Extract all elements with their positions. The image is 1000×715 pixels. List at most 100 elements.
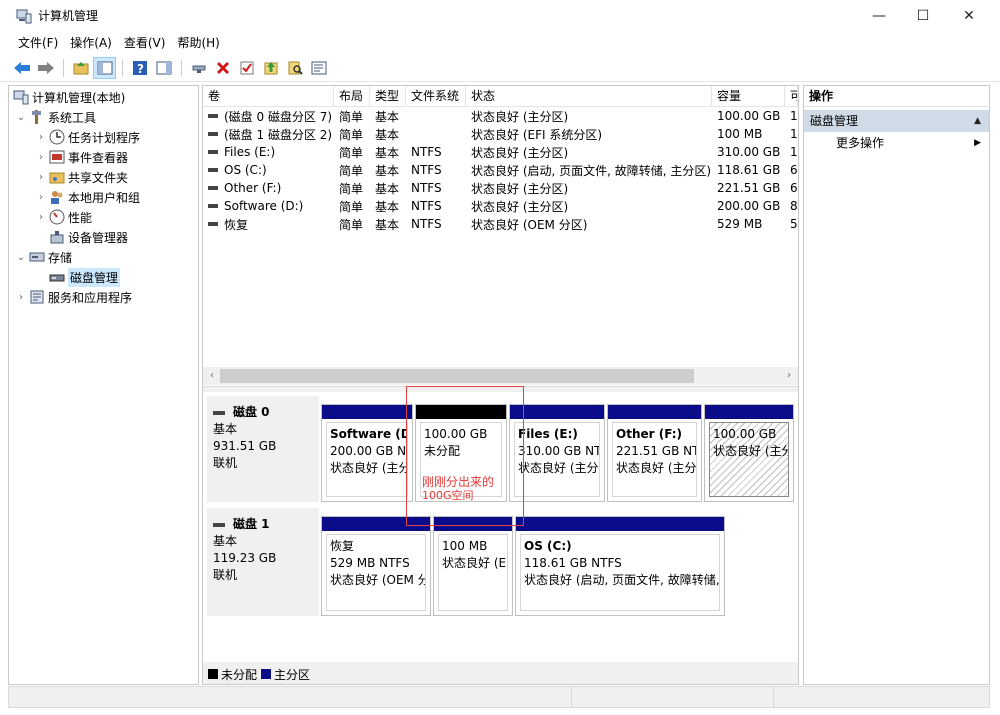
layout-cell: 简单 xyxy=(339,181,364,196)
tree-item-storage[interactable]: ⌄ 存储 xyxy=(9,247,198,267)
more-actions-item[interactable]: 更多操作 ▶ xyxy=(804,132,989,154)
volume-label: Software (D:) xyxy=(224,199,304,213)
collapse-up-icon[interactable]: ▲ xyxy=(974,110,981,132)
expand-right-icon[interactable]: › xyxy=(35,212,47,223)
properties-pane-icon[interactable] xyxy=(152,57,175,79)
expand-down-icon[interactable]: ⌄ xyxy=(15,112,27,123)
actions-section-disk-management[interactable]: 磁盘管理 ▲ xyxy=(804,110,989,132)
partition-size: 100 MB xyxy=(442,539,488,553)
legend: 未分配 主分区 xyxy=(203,664,798,684)
scrollbar-thumb[interactable] xyxy=(220,369,694,383)
column-header-type[interactable]: 类型 xyxy=(370,86,406,106)
check-properties-icon[interactable] xyxy=(235,57,258,79)
disk0-label[interactable]: 磁盘 0 基本 931.51 GB 联机 xyxy=(207,396,319,502)
partition-other[interactable]: Other (F:) 221.51 GB NT 状态良好 (主分 xyxy=(607,404,702,502)
scroll-right-icon[interactable]: › xyxy=(782,369,796,383)
volume-row[interactable]: (磁盘 1 磁盘分区 2) 简单 基本 状态良好 (EFI 系统分区) 100 MB 1 xyxy=(203,125,798,143)
type-cell: 基本 xyxy=(375,163,400,178)
tree-item-device-manager[interactable]: 设备管理器 xyxy=(9,227,198,247)
forward-arrow-icon[interactable] xyxy=(34,57,57,79)
disk0-size: 931.51 GB xyxy=(213,439,277,453)
more-actions-label: 更多操作 xyxy=(836,136,885,150)
submenu-arrow-icon: ▶ xyxy=(974,138,981,148)
volume-name: (磁盘 1 磁盘分区 2) xyxy=(203,126,334,143)
title-bar: 计算机管理 — ☐ ✕ xyxy=(0,0,1000,31)
export-list-icon[interactable] xyxy=(307,57,330,79)
menu-view[interactable]: 查看(V) xyxy=(118,34,172,51)
svg-text:?: ? xyxy=(137,62,144,76)
help-icon[interactable]: ? xyxy=(128,57,151,79)
tree-item-shared-folders[interactable]: › 共享文件夹 xyxy=(9,167,198,187)
filesystem-cell: NTFS xyxy=(411,145,442,159)
column-header-volume[interactable]: 卷 xyxy=(203,86,334,106)
horizontal-scrollbar[interactable]: ‹ › xyxy=(203,367,798,385)
scroll-left-icon[interactable]: ‹ xyxy=(205,369,219,383)
partition-os[interactable]: OS (C:) 118.61 GB NTFS 状态良好 (启动, 页面文件, 故障转… xyxy=(515,516,725,616)
minimize-button[interactable]: — xyxy=(856,0,902,31)
tree-item-local-users[interactable]: › 本地用户和组 xyxy=(9,187,198,207)
volume-label: OS (C:) xyxy=(224,163,267,177)
volume-row[interactable]: OS (C:) 简单 基本 NTFS 状态良好 (启动, 页面文件, 故障转储, 主分区… xyxy=(203,161,798,179)
shared-folder-icon xyxy=(49,169,65,185)
column-header-capacity[interactable]: 容量 xyxy=(712,86,785,106)
tree-item-disk-management[interactable]: 磁盘管理 xyxy=(9,267,198,287)
expand-right-icon[interactable]: › xyxy=(35,132,47,143)
connect-icon[interactable] xyxy=(187,57,210,79)
volume-icon xyxy=(208,204,218,208)
column-header-status[interactable]: 状态 xyxy=(466,86,712,106)
tree-item-event-viewer[interactable]: › 事件查看器 xyxy=(9,147,198,167)
menu-action[interactable]: 操作(A) xyxy=(64,34,118,51)
back-arrow-icon[interactable] xyxy=(10,57,33,79)
menu-file[interactable]: 文件(F) xyxy=(12,34,64,51)
expand-right-icon[interactable]: › xyxy=(15,292,27,303)
search-icon[interactable] xyxy=(283,57,306,79)
free-cell: 6 xyxy=(790,163,798,177)
clock-icon xyxy=(49,129,65,145)
expand-right-icon[interactable]: › xyxy=(35,192,47,203)
disk1-state: 联机 xyxy=(213,568,238,582)
volume-row[interactable]: (磁盘 0 磁盘分区 7) 简单 基本 状态良好 (主分区) 100.00 GB 1 xyxy=(203,107,798,125)
tree-item-system-tools[interactable]: ⌄ 系统工具 xyxy=(9,107,198,127)
partition-name: OS (C:) xyxy=(524,539,572,553)
tree-label: 计算机管理(本地) xyxy=(32,90,126,105)
disk1-label[interactable]: 磁盘 1 基本 119.23 GB 联机 xyxy=(207,508,319,616)
show-hide-tree-icon[interactable] xyxy=(93,56,116,79)
partition-disk0-7[interactable]: 100.00 GB 状态良好 (主分 xyxy=(704,404,794,502)
status-cell: 状态良好 (OEM 分区) xyxy=(471,217,588,232)
maximize-button[interactable]: ☐ xyxy=(900,0,946,31)
partition-status: 状态良好 (主分 xyxy=(330,461,408,475)
volume-row[interactable]: Other (F:) 简单 基本 NTFS 状态良好 (主分区) 221.51 GB 6 xyxy=(203,179,798,197)
column-header-free[interactable]: 可 xyxy=(785,86,798,106)
close-button[interactable]: ✕ xyxy=(946,0,992,31)
up-folder-icon[interactable] xyxy=(69,57,92,79)
partition-recovery[interactable]: 恢复 529 MB NTFS 状态良好 (OEM 分 xyxy=(321,516,431,616)
tree-item-computer-management[interactable]: 计算机管理(本地) xyxy=(9,87,198,107)
volume-row[interactable]: Files (E:) 简单 基本 NTFS 状态良好 (主分区) 310.00 GB 1 xyxy=(203,143,798,161)
column-header-layout[interactable]: 布局 xyxy=(334,86,370,106)
expand-down-icon[interactable]: ⌄ xyxy=(15,252,27,263)
partition-software[interactable]: Software (D: 200.00 GB NT 状态良好 (主分 xyxy=(321,404,413,502)
volume-name: Software (D:) xyxy=(203,199,334,213)
column-header-filesystem[interactable]: 文件系统 xyxy=(406,86,466,106)
expand-right-icon[interactable]: › xyxy=(35,172,47,183)
toolbar: ? xyxy=(0,54,1000,82)
delete-icon[interactable] xyxy=(211,57,234,79)
expand-right-icon[interactable]: › xyxy=(35,152,47,163)
capacity-cell: 100 MB xyxy=(717,127,763,141)
tree-item-services-apps[interactable]: › 服务和应用程序 xyxy=(9,287,198,307)
import-icon[interactable] xyxy=(259,57,282,79)
services-icon xyxy=(29,289,45,305)
tree-item-task-scheduler[interactable]: › 任务计划程序 xyxy=(9,127,198,147)
event-log-icon xyxy=(49,149,65,165)
volume-row[interactable]: Software (D:) 简单 基本 NTFS 状态良好 (主分区) 200.00 GB… xyxy=(203,197,798,215)
tree-item-performance[interactable]: › 性能 xyxy=(9,207,198,227)
volume-icon xyxy=(208,222,218,226)
volume-icon xyxy=(208,168,218,172)
menu-help[interactable]: 帮助(H) xyxy=(171,34,225,51)
partition-efi[interactable]: 100 MB 状态良好 (EF xyxy=(433,516,513,616)
type-cell: 基本 xyxy=(375,109,400,124)
toolbar-separator xyxy=(181,58,182,77)
volume-row[interactable]: 恢复 简单 基本 NTFS 状态良好 (OEM 分区) 529 MB 5 xyxy=(203,215,798,233)
status-cell: 状态良好 (主分区) xyxy=(471,109,569,124)
window-title: 计算机管理 xyxy=(38,9,99,23)
